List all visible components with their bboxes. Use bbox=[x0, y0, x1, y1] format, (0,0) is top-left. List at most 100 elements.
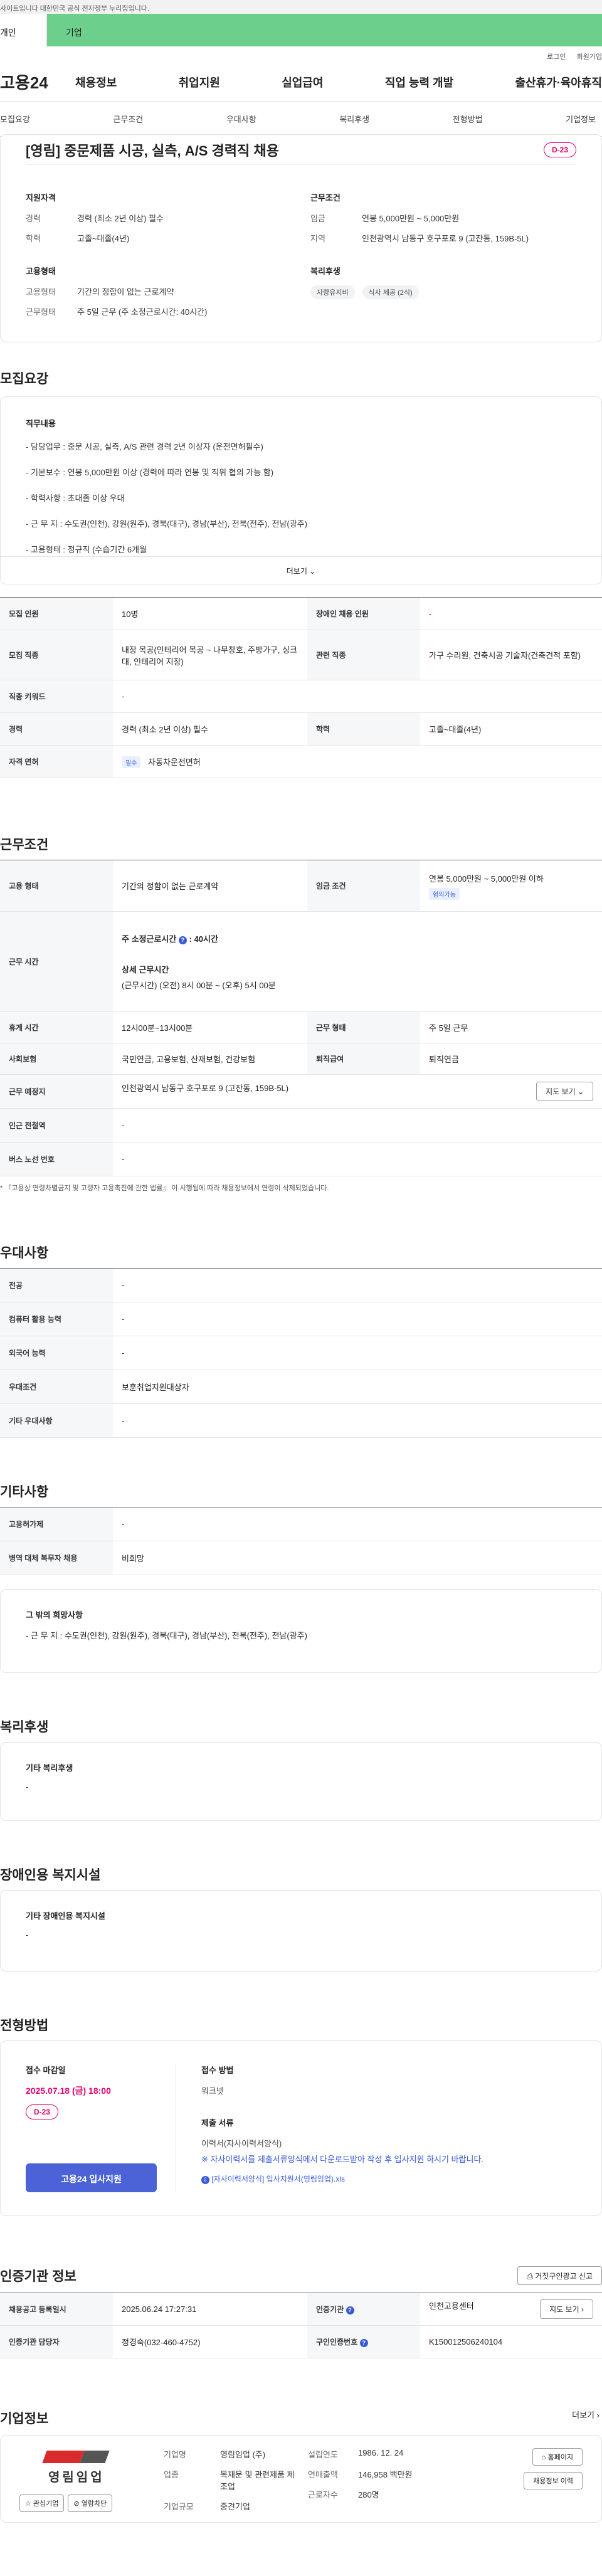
cell-value: 고졸~대졸(4년) bbox=[420, 712, 602, 746]
kv-key: 경력 bbox=[26, 214, 41, 223]
hours-line: 주 소정근로시간 ? : 40시간 bbox=[122, 932, 593, 944]
gnb-item-employment-support[interactable]: 취업지원 bbox=[179, 74, 220, 90]
summary-grid: 지원자격 경력 경력 (최소 2년 이상) 필수 학력 고졸~대졸(4년) 근무조건… bbox=[26, 165, 576, 325]
company-heading: 기업정보 bbox=[0, 2412, 49, 2426]
conditions-block: 근무조건 임금 연봉 5,000만원 ~ 5,000만원 지역 인천광역시 남동구 … bbox=[310, 191, 576, 252]
cell-value: 비희망 bbox=[113, 1541, 602, 1575]
company-logo-text: 영림임업 bbox=[48, 2471, 105, 2484]
join-link[interactable]: 회원가입 bbox=[577, 53, 602, 61]
cell-key: 고용 형태 bbox=[0, 860, 113, 912]
disabled-section: 장애인용 복지시설 기타 장애인용 복지시설 - bbox=[0, 1865, 602, 1972]
subnav-company[interactable]: 기업정보 bbox=[566, 113, 596, 125]
qualification-block: 지원자격 경력 경력 (최소 2년 이상) 필수 학력 고졸~대졸(4년) bbox=[26, 191, 292, 252]
site-logo[interactable]: 고용24 bbox=[0, 70, 75, 93]
cell-value: - bbox=[113, 1336, 602, 1370]
etc-table: 고용허가제 - 병역 대체 복무자 채용 비희망 bbox=[0, 1507, 602, 1575]
homepage-label: 홈페이지 bbox=[547, 2454, 573, 2461]
welfare-section: 복리후생 기타 복리후생 - bbox=[0, 1717, 602, 1821]
welfare-heading: 복리후생 bbox=[310, 267, 341, 276]
pref-heading: 우대사항 bbox=[0, 1246, 49, 1260]
cell-key: 근무 시간 bbox=[0, 911, 113, 1012]
kv-key: 근로자수 bbox=[308, 2490, 338, 2499]
kv-key: 근무형태 bbox=[26, 307, 56, 317]
docs-note: ※ 자사이력서를 제출서류양식에서 다운로드받아 작성 후 입사지원 하시기 바… bbox=[201, 2155, 484, 2164]
login-link[interactable]: 로그인 bbox=[547, 53, 566, 61]
kv-key: 설립연도 bbox=[308, 2450, 338, 2459]
cell-key: 전공 bbox=[0, 1268, 113, 1302]
cell-key: 외국어 능력 bbox=[0, 1336, 113, 1370]
gnb-item-unemployment[interactable]: 실업급여 bbox=[282, 74, 323, 90]
company-more-link[interactable]: 더보기 › bbox=[572, 2409, 599, 2435]
info-icon[interactable]: ? bbox=[346, 2306, 354, 2315]
subnav-conditions[interactable]: 근무조건 bbox=[113, 113, 143, 125]
work-heading: 근무조건 bbox=[0, 838, 49, 852]
subnav-recruit[interactable]: 모집요강 bbox=[0, 113, 30, 125]
docs-title: 제출 서류 bbox=[201, 2118, 234, 2128]
history-label: 채용정보 이력 bbox=[533, 2478, 573, 2485]
map-button[interactable]: 지도 보기 ⌄ bbox=[536, 1082, 593, 1101]
recruit-section: 모집요강 직무내용 - 담당업무 : 중문 시공, 실측, A/S 관련 경력 … bbox=[0, 369, 602, 778]
apply-button[interactable]: 고용24 입사지원 bbox=[26, 2163, 157, 2192]
cell-value: 내장 목공(인테리어 목공 ~ 나무창호, 주방가구, 싱크대, 인테리어 지장… bbox=[113, 630, 307, 680]
cert-header: 인증기관 정보 ⎙ 거짓구인광고 신고 bbox=[0, 2266, 602, 2293]
cert-org-cell: 인천고용센터 지도 보기 › bbox=[420, 2293, 602, 2326]
info-icon[interactable]: ? bbox=[359, 2339, 368, 2347]
chevron-down-icon: ⌄ bbox=[309, 567, 316, 576]
deadline-value: 2025.07.18 (금) 18:00 bbox=[26, 2086, 111, 2096]
gnb-item-training[interactable]: 직업 능력 개발 bbox=[385, 74, 453, 90]
selection-section: 전형방법 접수 마감일 2025.07.18 (금) 18:00 D-23 고용… bbox=[0, 2015, 602, 2216]
cell-value: 인천고용센터 bbox=[429, 2301, 474, 2311]
company-info-1: 기업명 영림임업 (주) 업종 목재문 및 관련제품 제조업 기업규모 중견기업 bbox=[157, 2448, 308, 2511]
kv-key: 기업명 bbox=[164, 2450, 186, 2459]
map-button-label: 지도 보기 bbox=[549, 2305, 579, 2314]
info-icon[interactable]: ? bbox=[178, 936, 187, 944]
company-more-label: 더보기 bbox=[572, 2410, 595, 2420]
cell-key: 우대조건 bbox=[0, 1370, 113, 1404]
job-line: - 기본보수 : 연봉 5,000만원 이상 (경력에 따라 연봉 및 직위 협… bbox=[26, 468, 274, 477]
etc-box: 그 밖의 희망사항 - 근 무 지 : 수도권(인천), 강원(원주), 경북(… bbox=[0, 1589, 602, 1673]
more-bar[interactable]: 더보기 ⌄ bbox=[1, 556, 601, 584]
selection-card: 접수 마감일 2025.07.18 (금) 18:00 D-23 고용24 입사… bbox=[0, 2040, 602, 2216]
kv-value: 280명 bbox=[358, 2490, 379, 2499]
report-button[interactable]: ⎙ 거짓구인광고 신고 bbox=[517, 2266, 602, 2285]
deadline-block: 접수 마감일 2025.07.18 (금) 18:00 D-23 고용24 입사… bbox=[26, 2064, 176, 2193]
cell-key: 자격 면허 bbox=[0, 745, 113, 778]
company-card: 영림임업 ☆ 관심기업 ⊘ 열람차단 기업명 영림임업 (주) 업종 목재문 및 관… bbox=[0, 2435, 602, 2523]
gnb-item-parental-leave[interactable]: 출산휴가·육아휴직 bbox=[515, 74, 602, 90]
company-header: 기업정보 더보기 › bbox=[0, 2409, 602, 2435]
subnav-preference[interactable]: 우대사항 bbox=[226, 113, 256, 125]
job-title-row: [영림] 중문제품 시공, 실측, A/S 경력직 채용 D-23 bbox=[26, 135, 576, 165]
history-button[interactable]: 채용정보 이력 bbox=[524, 2472, 583, 2489]
page: 사이트입니다 대한민국 공식 전자정부 누리집입니다. 개인 기업 로그인 회원… bbox=[0, 0, 602, 2576]
cell-value: 가구 수리원, 건축시공 기술자(건축견적 포함) bbox=[420, 630, 602, 680]
cell-key: 근무 예정지 bbox=[0, 1074, 113, 1109]
job-detail-card: 직무내용 - 담당업무 : 중문 시공, 실측, A/S 관련 경력 2년 이상… bbox=[0, 396, 602, 584]
attachment-label: [자사이력서양식] 입사지원서(영림임업).xls bbox=[211, 2175, 345, 2183]
map-button[interactable]: 지도 보기 › bbox=[540, 2299, 593, 2319]
kv-key: 기업규모 bbox=[164, 2502, 194, 2511]
homepage-button[interactable]: ⌂ 홈페이지 bbox=[532, 2448, 583, 2466]
section-nav: 모집요강 근무조건 우대사항 복리후생 전형방법 기업정보 bbox=[0, 102, 602, 137]
kv-value: 기간의 정함이 없는 근로계약 bbox=[77, 287, 174, 297]
subnav-welfare[interactable]: 복리후생 bbox=[339, 113, 369, 125]
attachment-link[interactable]: ⇩ [자사이력서양식] 입사지원서(영림임업).xls bbox=[201, 2173, 483, 2184]
tab-personal[interactable]: 개인 bbox=[0, 14, 47, 46]
subnav-selection[interactable]: 전형방법 bbox=[453, 113, 483, 125]
cell-value: 정경숙(032-460-4752) bbox=[113, 2325, 307, 2358]
required-badge: 필수 bbox=[122, 756, 141, 768]
gnb-item-jobs[interactable]: 채용정보 bbox=[75, 74, 117, 90]
kv-key: 업종 bbox=[164, 2470, 179, 2479]
welfare-box: 기타 복리후생 - bbox=[0, 1742, 602, 1821]
tab-company[interactable]: 기업 bbox=[47, 14, 602, 46]
user-type-tabs: 개인 기업 bbox=[0, 14, 602, 46]
work-table: 고용 형태 기간의 정함이 없는 근로계약 임금 조건 연봉 5,000만원 ~… bbox=[0, 860, 602, 1176]
map-button-label: 지도 보기 bbox=[546, 1087, 576, 1096]
kv-value: 영림임업 (주) bbox=[220, 2450, 266, 2459]
block-button[interactable]: ⊘ 열람차단 bbox=[68, 2494, 113, 2512]
cell-value: 인천광역시 남동구 호구포로 9 (고잔동, 159B-5L) bbox=[122, 1084, 289, 1093]
qualification-heading: 지원자격 bbox=[26, 193, 56, 203]
method-value: 워크넷 bbox=[201, 2086, 224, 2096]
fav-button[interactable]: ☆ 관심기업 bbox=[19, 2494, 65, 2512]
more-label: 더보기 bbox=[286, 567, 307, 576]
dday-badge: D-23 bbox=[26, 2104, 59, 2119]
